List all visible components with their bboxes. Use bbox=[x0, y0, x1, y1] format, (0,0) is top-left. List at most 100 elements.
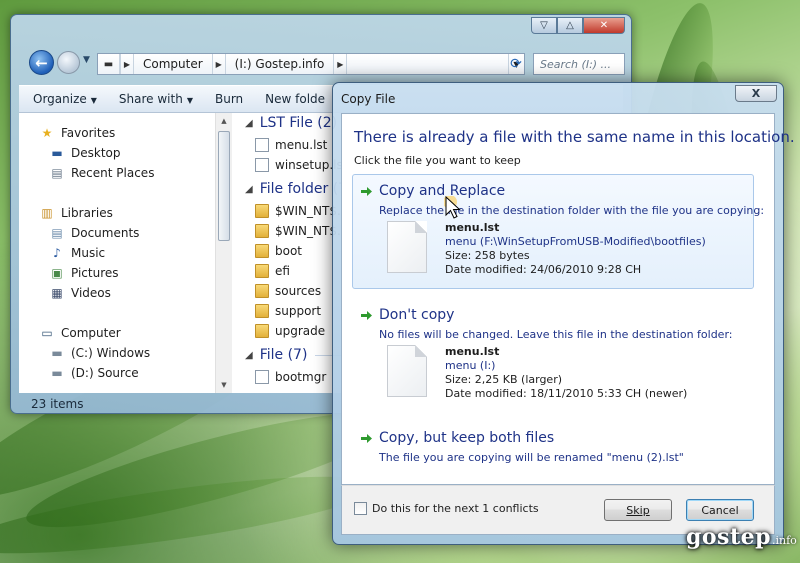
nav-item-label: Favorites bbox=[61, 126, 116, 140]
organize-label: Organize bbox=[33, 92, 87, 106]
back-arrow-icon: ← bbox=[35, 53, 48, 72]
group-title: LST File (2) bbox=[259, 115, 338, 131]
share-with-button[interactable]: Share with ▼ bbox=[119, 92, 193, 106]
nav-item[interactable]: ★ Favorites bbox=[39, 123, 116, 143]
nav-item[interactable]: ▬ (C:) Windows bbox=[49, 343, 150, 363]
file-item[interactable]: support bbox=[255, 301, 321, 321]
apply-to-all-checkbox[interactable]: Do this for the next 1 conflicts bbox=[354, 502, 539, 515]
navigation-row: ← ▼ ▬ ▶ Computer ▶ (I:) Gostep.info ▶ ▼ … bbox=[19, 48, 625, 78]
nav-item[interactable]: ▥ Libraries bbox=[39, 203, 113, 223]
recent-places-icon: ▤ bbox=[51, 166, 63, 180]
forward-button[interactable] bbox=[57, 51, 80, 74]
group-title: File (7) bbox=[259, 347, 308, 363]
recent-pages-dropdown[interactable]: ▼ bbox=[83, 55, 90, 65]
nav-item-label: Recent Places bbox=[71, 166, 155, 180]
dont-copy-option[interactable]: Don't copy No files will be changed. Lea… bbox=[352, 298, 754, 413]
file-item[interactable]: sources bbox=[255, 281, 321, 301]
nav-item[interactable]: ▭ Computer bbox=[39, 323, 121, 343]
back-button[interactable]: ← bbox=[29, 50, 54, 75]
nav-item[interactable]: ▤ Documents bbox=[49, 223, 139, 243]
keep-both-option[interactable]: Copy, but keep both files The file you a… bbox=[352, 421, 754, 471]
file-item-label: boot bbox=[275, 244, 303, 258]
file-item[interactable]: bootmgr bbox=[255, 367, 326, 387]
scroll-down-icon[interactable]: ▼ bbox=[216, 377, 232, 393]
file-name: menu.lst bbox=[445, 345, 500, 358]
burn-button[interactable]: Burn bbox=[215, 92, 243, 106]
minimize-icon: ▽ bbox=[540, 20, 548, 31]
copy-and-replace-option[interactable]: Copy and Replace Replace the file in the… bbox=[352, 174, 764, 289]
breadcrumb-chevron-icon[interactable]: ▶ bbox=[120, 54, 134, 74]
collapse-triangle-icon[interactable]: ◢ bbox=[245, 184, 253, 195]
file-path: menu (F:\WinSetupFromUSB-Modified\bootfi… bbox=[445, 235, 706, 248]
green-arrow-icon bbox=[361, 311, 372, 320]
cancel-button[interactable]: Cancel bbox=[686, 499, 754, 521]
breadcrumb-chevron-icon[interactable]: ▶ bbox=[211, 54, 226, 74]
checkbox-label: Do this for the next 1 conflicts bbox=[372, 502, 539, 515]
mouse-cursor-icon bbox=[444, 196, 461, 219]
nav-item-label: Music bbox=[71, 246, 106, 260]
maximize-button[interactable]: △ bbox=[557, 17, 583, 34]
chevron-down-icon: ▼ bbox=[186, 96, 193, 105]
watermark-suffix: .info bbox=[771, 534, 797, 547]
nav-item[interactable]: ▣ Pictures bbox=[49, 263, 118, 283]
folder-icon bbox=[255, 204, 269, 218]
folder-icon bbox=[255, 244, 269, 258]
file-item[interactable]: boot bbox=[255, 241, 302, 261]
collapse-triangle-icon[interactable]: ◢ bbox=[245, 118, 253, 129]
nav-scrollbar[interactable]: ▲ ▼ bbox=[215, 113, 232, 393]
navigation-pane: ▲ ▼ ★ Favorites ▬ Desktop ▤ Recent Places ▥ Lib… bbox=[19, 113, 232, 393]
green-arrow-icon bbox=[361, 187, 372, 196]
new-folder-button[interactable]: New folde bbox=[265, 92, 325, 106]
file-size: Size: 2,25 KB (larger) bbox=[445, 373, 563, 386]
file-item[interactable]: efi bbox=[255, 261, 290, 281]
nav-item[interactable]: ♪ Music bbox=[49, 243, 105, 263]
conflict-subhead: Click the file you want to keep bbox=[354, 154, 521, 167]
scroll-up-icon[interactable]: ▲ bbox=[216, 113, 232, 129]
breadcrumb-drive[interactable]: (I:) Gostep.info bbox=[226, 54, 334, 74]
breadcrumb-chevron-icon[interactable]: ▶ bbox=[333, 54, 348, 74]
watermark-brand: gostep bbox=[686, 524, 771, 550]
libraries-icon: ▥ bbox=[41, 206, 53, 220]
file-icon bbox=[255, 370, 269, 384]
folder-icon bbox=[255, 264, 269, 278]
nav-item[interactable]: ▬ (D:) Source bbox=[49, 363, 138, 383]
file-item-label: support bbox=[275, 304, 322, 318]
address-bar[interactable]: ▬ ▶ Computer ▶ (I:) Gostep.info ▶ ▼ bbox=[97, 53, 525, 75]
drive-icon: ▬ bbox=[98, 54, 120, 74]
nav-item-label: Computer bbox=[61, 326, 121, 340]
option-description: No files will be changed. Leave this fil… bbox=[379, 328, 733, 341]
dialog-content: There is already a file with the same na… bbox=[341, 113, 795, 485]
breadcrumb-computer[interactable]: Computer bbox=[134, 54, 212, 74]
nav-item[interactable]: ▬ Desktop bbox=[49, 143, 121, 163]
documents-icon: ▤ bbox=[51, 226, 63, 240]
organize-button[interactable]: Organize ▼ bbox=[33, 92, 97, 106]
file-item-label: efi bbox=[275, 264, 290, 278]
conflict-headline: There is already a file with the same na… bbox=[354, 128, 795, 146]
refresh-icon[interactable]: ⟳ bbox=[505, 53, 527, 75]
nav-item-label: Libraries bbox=[61, 206, 113, 220]
dialog-close-button[interactable]: X bbox=[735, 85, 777, 102]
folder-icon bbox=[255, 284, 269, 298]
chevron-down-icon: ▼ bbox=[90, 96, 97, 105]
file-icon bbox=[255, 158, 269, 172]
file-item-label: sources bbox=[275, 284, 322, 298]
minimize-button[interactable]: ▽ bbox=[531, 17, 557, 34]
collapse-triangle-icon[interactable]: ◢ bbox=[245, 350, 253, 361]
close-button[interactable]: ✕ bbox=[583, 17, 625, 34]
file-item[interactable]: menu.lst bbox=[255, 135, 327, 155]
file-document-icon bbox=[387, 345, 427, 397]
folder-icon bbox=[255, 304, 269, 318]
source-file-info: menu.lst menu (F:\WinSetupFromUSB-Modifi… bbox=[445, 221, 706, 277]
nav-item[interactable]: ▤ Recent Places bbox=[49, 163, 154, 183]
file-name: menu.lst bbox=[445, 221, 500, 234]
checkbox-box[interactable] bbox=[354, 502, 367, 515]
file-item[interactable]: upgrade bbox=[255, 321, 325, 341]
nav-item-label: Desktop bbox=[71, 146, 121, 160]
nav-item[interactable]: ▦ Videos bbox=[49, 283, 111, 303]
skip-button[interactable]: Skip bbox=[604, 499, 672, 521]
search-input[interactable]: Search (I:) ... bbox=[533, 53, 625, 75]
file-modified: Date modified: 24/06/2010 9:28 CH bbox=[445, 263, 642, 276]
destination-file-info: menu.lst menu (I:) Size: 2,25 KB (larger… bbox=[445, 345, 687, 401]
file-path: menu (I:) bbox=[445, 359, 496, 372]
scroll-thumb[interactable] bbox=[218, 131, 230, 241]
